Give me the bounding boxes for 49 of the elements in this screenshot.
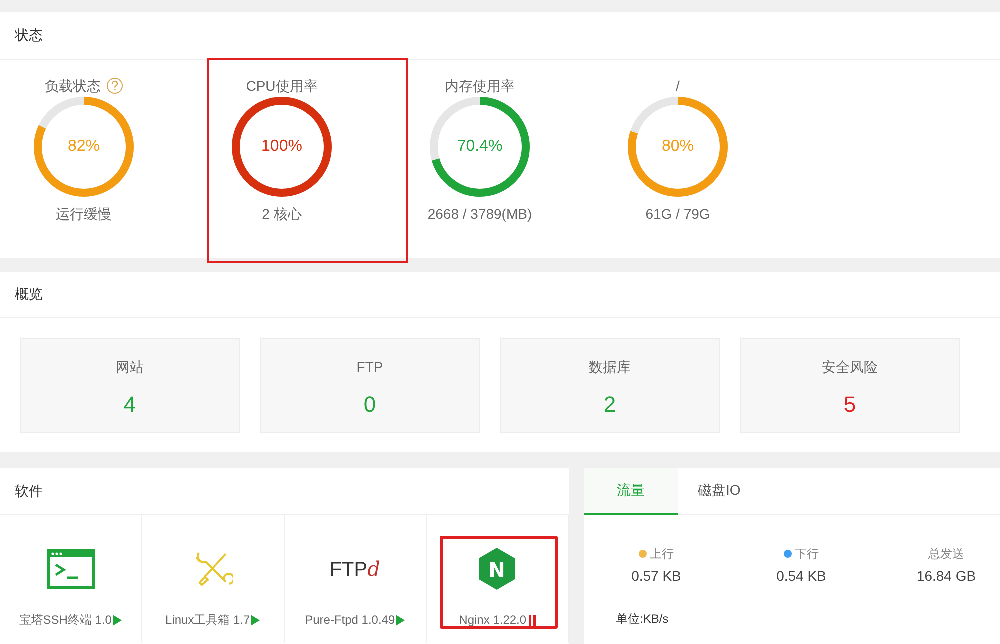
- software-name[interactable]: Linux工具箱 1.7: [166, 611, 250, 629]
- stat-value: 0.54 KB: [776, 567, 826, 586]
- play-icon[interactable]: [112, 614, 122, 626]
- stat-value: 0.57 KB: [632, 567, 682, 586]
- software-name[interactable]: Nginx 1.22.0: [459, 611, 527, 629]
- pause-icon[interactable]: [528, 614, 536, 626]
- gauge-label: /: [676, 76, 680, 96]
- gauge-label: 内存使用率: [445, 76, 515, 96]
- gauge-value: 100%: [262, 137, 302, 157]
- tab[interactable]: 流量: [584, 468, 678, 515]
- tab[interactable]: 磁盘IO: [678, 468, 761, 515]
- gauge-label: 负载状态: [45, 76, 101, 96]
- gauge-value: 82%: [68, 137, 100, 157]
- ftpd-logo: FTPd: [330, 558, 380, 580]
- tile-label: FTP: [356, 358, 384, 377]
- tile-count: 5: [844, 391, 856, 419]
- gauge-detail: 2 核心: [262, 205, 302, 224]
- terminal-icon: [46, 549, 95, 589]
- section-title: 概览: [15, 285, 43, 304]
- nginx-logo: N: [479, 548, 516, 590]
- overview-tile[interactable]: FTP 0: [260, 338, 480, 433]
- gauge-label: CPU使用率: [246, 76, 318, 96]
- tile-label: 数据库: [589, 358, 631, 377]
- play-icon[interactable]: [396, 614, 406, 626]
- stat-value: 16.84 GB: [916, 567, 976, 586]
- stat-label: 总发送: [928, 546, 964, 563]
- tile-count: 0: [364, 391, 376, 419]
- stat-label: 下行: [795, 546, 819, 563]
- help-icon[interactable]: [107, 78, 123, 94]
- gauge-value: 70.4%: [457, 137, 503, 157]
- overview-tile[interactable]: 网站 4: [20, 338, 240, 433]
- section-title: 状态: [15, 26, 43, 45]
- section-title: 软件: [15, 482, 43, 500]
- software-name[interactable]: 宝塔SSH终端 1.0: [19, 611, 112, 629]
- overview-tile[interactable]: 安全风险 5: [740, 338, 960, 433]
- play-icon[interactable]: [251, 614, 260, 626]
- unit-label: 单位:KB/s: [616, 612, 669, 626]
- tools-icon: [196, 552, 233, 586]
- gauge-value: 80%: [662, 137, 694, 157]
- tile-label: 网站: [116, 358, 144, 377]
- gauge-detail: 运行缓慢: [56, 205, 112, 224]
- tile-label: 安全风险: [822, 358, 878, 377]
- overview-tile[interactable]: 数据库 2: [500, 338, 720, 433]
- gauge-detail: 2668 / 3789(MB): [428, 205, 532, 224]
- tile-count: 4: [124, 391, 136, 419]
- gauge-detail: 61G / 79G: [646, 205, 710, 224]
- software-name[interactable]: Pure-Ftpd 1.0.49: [305, 611, 396, 629]
- tile-count: 2: [604, 391, 616, 419]
- stat-label: 上行: [650, 546, 674, 563]
